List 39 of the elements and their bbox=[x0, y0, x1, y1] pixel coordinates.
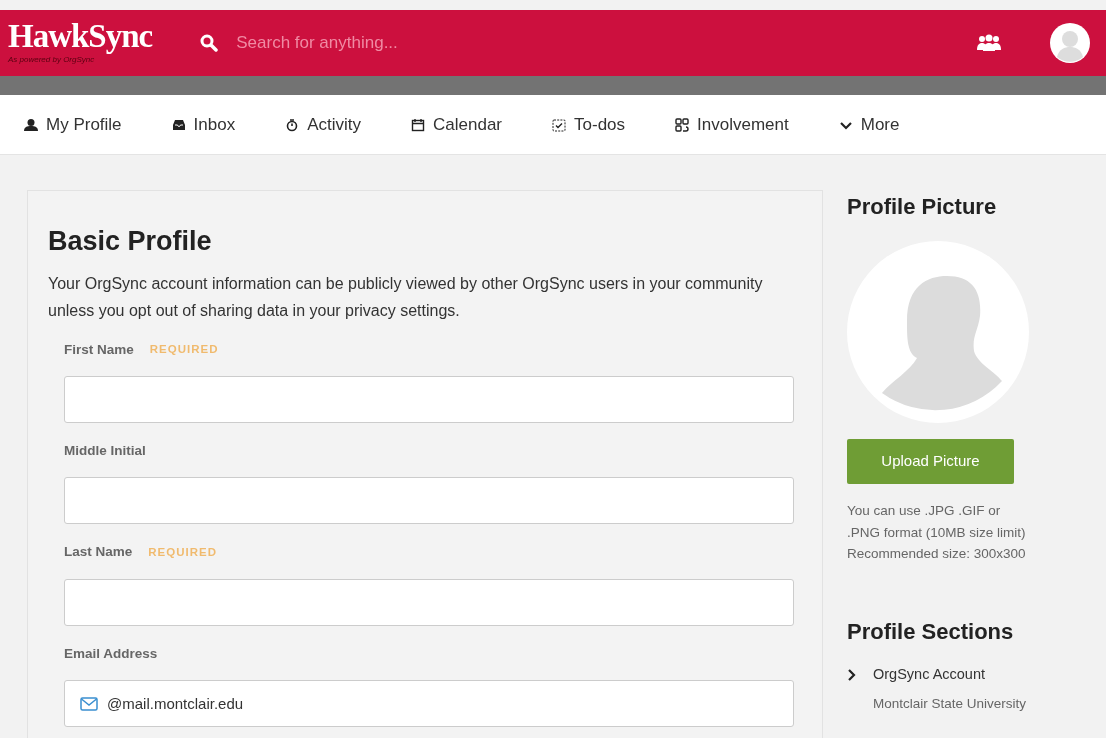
chevron-right-icon bbox=[847, 668, 857, 681]
section-title: Profile Sections bbox=[847, 617, 1015, 646]
nav-link[interactable]: Activity bbox=[285, 111, 361, 138]
help-text: You can use .JPG .GIF or .PNG format (10MB size limit) bbox=[847, 502, 1027, 542]
people-icon bbox=[976, 34, 1002, 52]
nav-link[interactable]: More bbox=[838, 111, 900, 138]
required-tag: REQUIRED bbox=[149, 341, 219, 359]
field-label: Middle Initial bbox=[64, 442, 146, 461]
person-icon bbox=[24, 117, 38, 132]
input-field[interactable] bbox=[64, 477, 794, 525]
inbox-icon bbox=[171, 117, 186, 132]
search-icon bbox=[200, 34, 219, 52]
field-label: First Name bbox=[64, 340, 134, 359]
envelope-icon bbox=[80, 696, 98, 711]
input-field[interactable] bbox=[64, 578, 794, 626]
intro-text: Your OrgSync account information can be publicly viewed by other OrgSync users in your community unless you opt out of sharing data in your privacy settings. bbox=[48, 273, 764, 321]
checkbox-icon bbox=[552, 117, 566, 132]
field-label: Email Address bbox=[64, 644, 158, 663]
calendar-icon bbox=[411, 117, 425, 132]
avatar-icon bbox=[1050, 23, 1090, 63]
section-link[interactable]: OrgSync Account bbox=[847, 663, 1097, 686]
nav-link[interactable]: My Profile bbox=[24, 111, 122, 138]
stopwatch-icon bbox=[285, 117, 300, 132]
grid-icon bbox=[675, 117, 690, 132]
required-tag: REQUIRED bbox=[148, 543, 217, 562]
input-field[interactable] bbox=[64, 376, 794, 424]
logo[interactable]: HawkSync bbox=[8, 20, 153, 53]
section-subtitle: Montclair State University bbox=[873, 694, 1028, 713]
section-title: Profile Picture bbox=[847, 193, 998, 221]
nav-link[interactable]: To-dos bbox=[552, 111, 626, 138]
section-title: Basic Profile bbox=[48, 225, 213, 258]
nav-link[interactable]: Calendar bbox=[411, 111, 502, 138]
field-label: Last Name bbox=[64, 543, 133, 562]
email-field[interactable]: @mail.montclair.edu bbox=[64, 679, 794, 727]
help-text: Recommended size: 300x300 bbox=[847, 545, 1027, 564]
search-field[interactable]: Search for anything... bbox=[234, 29, 535, 57]
nav-link[interactable]: Involvement bbox=[675, 111, 789, 138]
nav-link[interactable]: Inbox bbox=[171, 111, 236, 138]
tagline: As powered by OrgSync bbox=[8, 54, 96, 66]
